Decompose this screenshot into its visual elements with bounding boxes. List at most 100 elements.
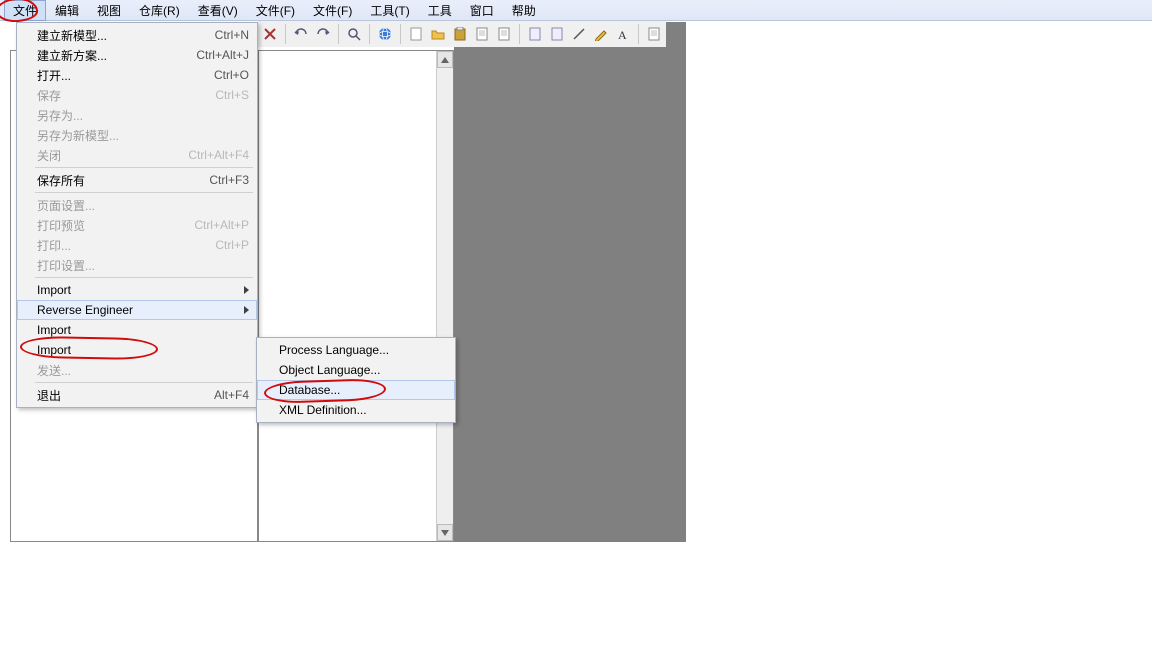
menu-item-label: 关闭 (37, 147, 188, 164)
menu-separator (35, 382, 253, 383)
menu-item-label: Import (37, 283, 244, 297)
submenu-item[interactable]: XML Definition... (257, 400, 455, 420)
toolbar-separator (369, 24, 370, 44)
menu-item[interactable]: 窗口 (461, 0, 503, 21)
menu-item: 关闭Ctrl+Alt+F4 (17, 145, 257, 165)
menu-shortcut: Ctrl+Alt+P (194, 218, 249, 232)
pen-icon[interactable] (591, 24, 611, 44)
right-grey-area (454, 22, 686, 542)
menu-item[interactable]: 编辑 (46, 0, 88, 21)
scrollbar-vertical[interactable] (436, 51, 453, 541)
toolbar-separator (400, 24, 401, 44)
toolbar: A (258, 21, 666, 47)
scroll-down-button[interactable] (437, 524, 453, 541)
menu-item: 另存为... (17, 105, 257, 125)
menu-item[interactable]: Import (17, 280, 257, 300)
menu-item: 打印设置... (17, 255, 257, 275)
submenu-item-label: Process Language... (279, 343, 389, 357)
menu-separator (35, 192, 253, 193)
menu-item-label: 打印设置... (37, 257, 249, 274)
menu-shortcut: Ctrl+N (215, 28, 249, 42)
toolbar-separator (638, 24, 639, 44)
menu-item[interactable]: 文件 (4, 0, 46, 21)
menu-item[interactable]: 建立新方案...Ctrl+Alt+J (17, 45, 257, 65)
menu-item: 保存Ctrl+S (17, 85, 257, 105)
menu-item-label: 打印预览 (37, 217, 194, 234)
file-menu-dropdown: 建立新模型...Ctrl+N建立新方案...Ctrl+Alt+J打开...Ctr… (16, 22, 258, 408)
menu-item: 发送... (17, 360, 257, 380)
submenu-arrow-icon (244, 286, 249, 294)
menu-item-label: 保存 (37, 87, 215, 104)
menu-item-label: Import (37, 323, 249, 337)
page-icon[interactable] (494, 24, 514, 44)
doc-icon[interactable] (525, 24, 545, 44)
new-icon[interactable] (406, 24, 426, 44)
menu-item[interactable]: 工具(T) (361, 0, 418, 21)
menu-item-label: 发送... (37, 362, 249, 379)
submenu-item[interactable]: Object Language... (257, 360, 455, 380)
menubar: 文件编辑视图仓库(R)查看(V)文件(F)文件(F)工具(T)工具窗口帮助 (0, 0, 1152, 21)
menu-item-label: 保存所有 (37, 172, 209, 189)
menu-separator (35, 277, 253, 278)
toolbar-separator (338, 24, 339, 44)
line-icon[interactable] (569, 24, 589, 44)
menu-item-label: Import (37, 343, 249, 357)
menu-item-label: 建立新模型... (37, 27, 215, 44)
menu-separator (35, 167, 253, 168)
menu-shortcut: Ctrl+Alt+J (196, 48, 249, 62)
menu-item[interactable]: Reverse Engineer (17, 300, 257, 320)
menu-item: 页面设置... (17, 195, 257, 215)
menu-shortcut: Ctrl+F3 (209, 173, 249, 187)
menu-item[interactable]: 退出Alt+F4 (17, 385, 257, 405)
menu-item-label: 另存为... (37, 107, 249, 124)
menu-item: 打印...Ctrl+P (17, 235, 257, 255)
menu-shortcut: Ctrl+P (215, 238, 249, 252)
submenu-item-label: XML Definition... (279, 403, 367, 417)
menu-item[interactable]: 仓库(R) (130, 0, 189, 21)
mid-panel (258, 50, 454, 542)
open-icon[interactable] (428, 24, 448, 44)
menu-item[interactable]: Import (17, 320, 257, 340)
submenu-arrow-icon (244, 306, 249, 314)
menu-item-label: 另存为新模型... (37, 127, 249, 144)
page-icon[interactable] (644, 24, 664, 44)
find-icon[interactable] (344, 24, 364, 44)
menu-item[interactable]: 文件(F) (304, 0, 361, 21)
menu-item-label: Reverse Engineer (37, 303, 244, 317)
reverse-engineer-submenu: Process Language... Object Language... Dat… (256, 337, 456, 423)
menu-item: 另存为新模型... (17, 125, 257, 145)
undo-icon[interactable] (291, 24, 311, 44)
menu-item[interactable]: 帮助 (503, 0, 545, 21)
menu-item[interactable]: 保存所有Ctrl+F3 (17, 170, 257, 190)
menu-item[interactable]: 打开...Ctrl+O (17, 65, 257, 85)
doc-icon[interactable] (547, 24, 567, 44)
toolbar-separator (285, 24, 286, 44)
submenu-item[interactable]: Process Language... (257, 340, 455, 360)
menu-shortcut: Ctrl+Alt+F4 (188, 148, 249, 162)
menu-item[interactable]: 工具 (419, 0, 461, 21)
close-icon[interactable] (260, 24, 280, 44)
menu-item[interactable]: 文件(F) (247, 0, 304, 21)
globe-icon[interactable] (375, 24, 395, 44)
page-icon[interactable] (472, 24, 492, 44)
menu-shortcut: Alt+F4 (214, 388, 249, 402)
text-icon[interactable]: A (613, 24, 633, 44)
menu-item[interactable]: 查看(V) (189, 0, 247, 21)
submenu-item-label: Database... (279, 383, 340, 397)
menu-item-label: 建立新方案... (37, 47, 196, 64)
menu-item-label: 打开... (37, 67, 214, 84)
menu-shortcut: Ctrl+S (215, 88, 249, 102)
submenu-item[interactable]: Database... (257, 380, 455, 400)
menu-item: 打印预览Ctrl+Alt+P (17, 215, 257, 235)
menu-item[interactable]: 视图 (88, 0, 130, 21)
redo-icon[interactable] (313, 24, 333, 44)
menu-item-label: 退出 (37, 387, 214, 404)
scroll-up-button[interactable] (437, 51, 453, 68)
menu-item[interactable]: Import (17, 340, 257, 360)
menu-item-label: 打印... (37, 237, 215, 254)
paste-icon[interactable] (450, 24, 470, 44)
svg-text:A: A (618, 28, 627, 40)
menu-item-label: 页面设置... (37, 197, 249, 214)
submenu-item-label: Object Language... (279, 363, 380, 377)
menu-item[interactable]: 建立新模型...Ctrl+N (17, 25, 257, 45)
